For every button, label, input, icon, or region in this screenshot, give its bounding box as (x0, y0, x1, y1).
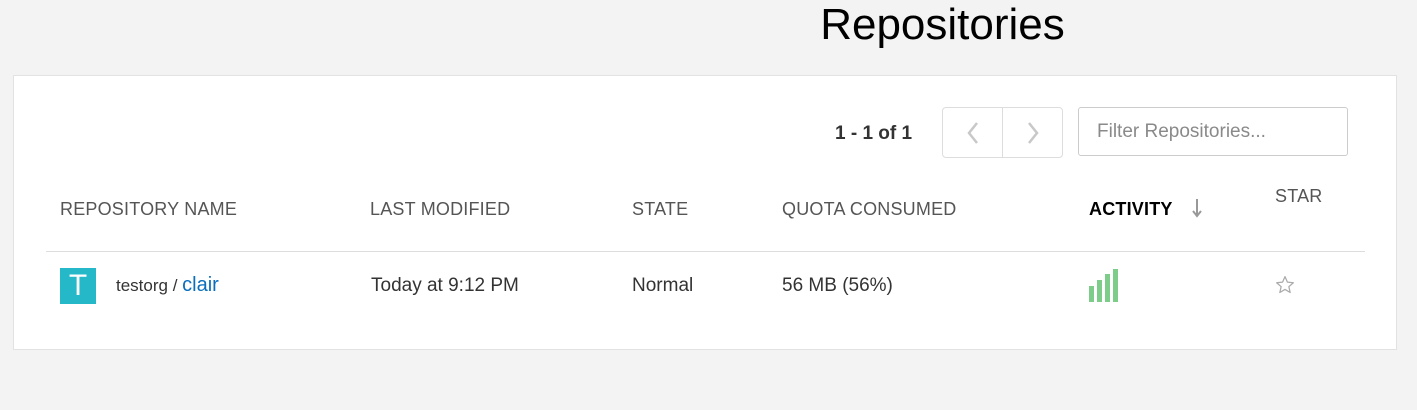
page-title: Repositories (820, 0, 1065, 49)
column-header-repository-name[interactable]: REPOSITORY NAME (60, 198, 237, 220)
previous-page-button[interactable] (943, 108, 1002, 157)
repository-namespace: testorg (116, 276, 168, 295)
chevron-left-icon (966, 121, 978, 144)
column-header-star[interactable]: STAR (1275, 185, 1322, 207)
repository-name-cell: testorg / clair (116, 274, 219, 297)
column-header-state[interactable]: STATE (632, 198, 688, 220)
pagination-summary: 1 - 1 of 1 (835, 123, 913, 144)
arrow-down-icon[interactable] (1191, 197, 1203, 219)
column-header-activity[interactable]: ACTIVITY (1089, 198, 1173, 220)
column-header-quota-consumed[interactable]: QUOTA CONSUMED (782, 198, 956, 220)
pagination-controls (942, 107, 1063, 158)
repositories-panel: 1 - 1 of 1 REPOSITORY NAME LAST MODIFIED… (13, 75, 1397, 350)
repository-separator: / (167, 276, 183, 295)
column-header-last-modified[interactable]: LAST MODIFIED (370, 198, 510, 220)
state-cell: Normal (632, 275, 694, 296)
last-modified-cell: Today at 9:12 PM (371, 275, 519, 296)
table-header-divider (46, 251, 1365, 252)
repository-link[interactable]: clair (182, 274, 219, 296)
filter-repositories-input[interactable] (1078, 107, 1348, 156)
chevron-right-icon (1027, 121, 1039, 144)
quota-consumed-cell: 56 MB (56%) (782, 275, 893, 296)
activity-bars-icon (1089, 269, 1118, 302)
avatar: T (60, 268, 96, 304)
next-page-button[interactable] (1002, 108, 1062, 157)
star-outline-icon[interactable] (1275, 275, 1295, 295)
